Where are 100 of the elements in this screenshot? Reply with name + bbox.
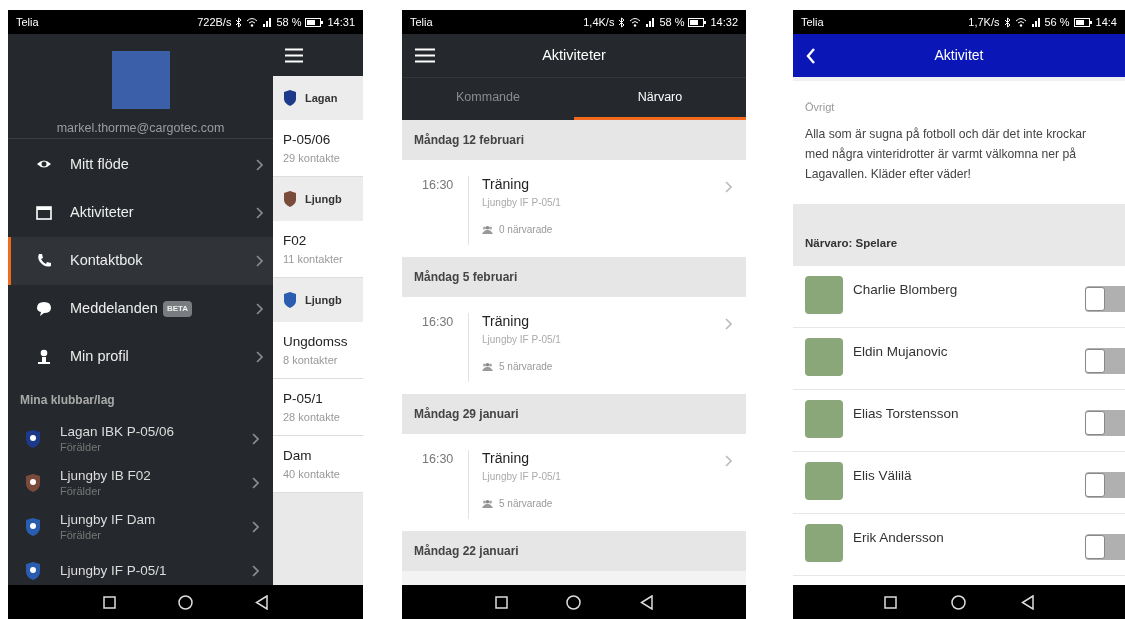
battery-icon: [688, 17, 707, 27]
contact-count: 28 kontakte: [283, 409, 341, 425]
contact-count: 8 kontakter: [283, 352, 339, 368]
contact-group[interactable]: Dam 40 kontakte: [273, 436, 363, 493]
clock-time: 14:31: [327, 14, 355, 30]
square-icon[interactable]: [103, 595, 116, 609]
event-team: Ljungby IF P-05/1: [482, 470, 562, 484]
club-role: Förälder: [60, 527, 102, 542]
battery-icon: [1073, 17, 1092, 27]
section-heading: Närvaro: Spelare: [805, 236, 898, 252]
section-heading: Mina klubbar/lag: [19, 391, 116, 409]
back-triangle-icon[interactable]: [1020, 594, 1034, 610]
screen-title: Aktivitet: [933, 46, 985, 65]
home-circle-icon[interactable]: [178, 594, 193, 610]
contact-group[interactable]: Ungdomss 8 kontakter: [273, 322, 363, 379]
photo-placeholder: [805, 275, 843, 314]
home-circle-icon[interactable]: [566, 594, 582, 610]
signal-icon: [262, 17, 273, 27]
chat-bubble-icon: [36, 300, 52, 317]
photo-placeholder: [805, 523, 843, 562]
club-logo-icon: [25, 429, 41, 448]
attendance-toggle[interactable]: [1085, 409, 1125, 436]
back-chevron-icon[interactable]: [806, 47, 816, 64]
square-icon[interactable]: [884, 595, 898, 609]
clock-time: 14:4: [1095, 14, 1117, 30]
event-row[interactable]: 16:30 Träning Ljungby IF P-05/1 5 närvarade: [402, 434, 746, 531]
menu-item[interactable]: Mitt flöde: [8, 140, 273, 189]
club-logo-icon: [25, 473, 41, 492]
attendance-count: 5 närvarade: [499, 360, 553, 374]
calendar-icon: [36, 204, 52, 221]
battery-percent: 56 %: [1044, 14, 1070, 30]
chevron-right-icon: [725, 455, 732, 467]
menu-item[interactable]: Kontaktbok: [8, 236, 273, 285]
club-item[interactable]: Ljungby IB F02 Förälder: [8, 460, 273, 505]
menu-item[interactable]: Min profil: [8, 332, 273, 381]
chevron-right-icon: [256, 206, 263, 219]
menu-item[interactable]: Meddelanden BETA: [8, 284, 273, 333]
attendance-toggle[interactable]: [1085, 471, 1125, 498]
club-name: Lagan: [305, 90, 338, 106]
bluetooth-icon: [1003, 16, 1011, 28]
beta-badge: BETA: [162, 300, 193, 317]
club-name: Ljungby IB F02: [60, 467, 151, 484]
group-name: F02: [283, 231, 308, 250]
club-name: Lagan IBK P-05/06: [60, 423, 175, 440]
chevron-right-icon: [256, 350, 263, 363]
event-row[interactable]: 16:30 Träning Ljungby IF P-05/1 5 närvarade: [402, 297, 746, 394]
battery-percent: 58 %: [659, 14, 685, 30]
people-icon: [482, 225, 493, 234]
attendance-toggle[interactable]: [1085, 347, 1125, 374]
event-row[interactable]: 16:30 Träning Ljungby IF P-05/1 0 närvarade: [402, 160, 746, 257]
date-header: Måndag 22 januari: [402, 531, 746, 571]
group-name: Dam: [283, 446, 313, 465]
event-team: Ljungby IF P-05/1: [482, 196, 562, 210]
club-name: Ljungb: [305, 191, 342, 207]
carrier-name: Telia: [16, 14, 39, 30]
chevron-right-icon: [725, 181, 732, 193]
club-item[interactable]: Lagan IBK P-05/06 Förälder: [8, 416, 273, 461]
battery-icon: [305, 17, 324, 27]
home-circle-icon[interactable]: [951, 594, 967, 610]
phone-icon: [36, 252, 52, 269]
menu-item[interactable]: Aktiviteter: [8, 188, 273, 237]
wifi-icon: [246, 17, 259, 27]
club-item[interactable]: Ljungby IF P-05/1: [8, 548, 273, 585]
attendance-toggle[interactable]: [1085, 533, 1125, 560]
description-text: Alla som är sugna på fotboll och där det inte krockar med några vinteridrotter är varmt välkomna ner på Lagavallen. Kläder efter väder!: [805, 125, 1088, 183]
square-icon[interactable]: [495, 595, 509, 609]
contact-group[interactable]: F02 11 kontakter: [273, 221, 363, 278]
club-role: Förälder: [60, 439, 102, 454]
network-speed: 1,4K/s: [583, 14, 615, 30]
carrier-name: Telia: [410, 14, 433, 30]
menu-label: Kontaktbok: [70, 250, 143, 270]
chevron-right-icon: [252, 476, 259, 489]
contact-group[interactable]: P-05/1 28 kontakte: [273, 379, 363, 436]
attendance-count: 5 närvarade: [499, 497, 553, 511]
back-triangle-icon[interactable]: [639, 594, 653, 610]
player-name: Erik Andersson: [853, 528, 945, 547]
contact-group[interactable]: P-05/06 29 kontakte: [273, 120, 363, 177]
clock-time: 14:32: [710, 14, 738, 30]
attendance-toggle[interactable]: [1085, 285, 1125, 312]
tab[interactable]: Kommande: [402, 78, 574, 120]
group-name: Ungdomss: [283, 332, 349, 351]
attendance-count: 0 närvarade: [499, 223, 553, 237]
club-logo-icon: [25, 561, 41, 580]
profile-photo-placeholder: [111, 51, 170, 109]
back-triangle-icon[interactable]: [255, 594, 268, 610]
signal-icon: [645, 17, 656, 27]
club-logo-icon: [25, 517, 41, 536]
event-title: Träning: [482, 450, 530, 466]
people-icon: [482, 499, 493, 508]
player-name: Elis Välilä: [853, 466, 913, 485]
date-header: Måndag 29 januari: [402, 394, 746, 434]
contact-count: 29 kontakte: [283, 150, 341, 166]
chevron-right-icon: [256, 254, 263, 267]
date-header: Måndag 5 februari: [402, 257, 746, 297]
menu-label: Aktiviteter: [70, 202, 134, 222]
photo-placeholder: [805, 461, 843, 500]
carrier-name: Telia: [801, 14, 824, 30]
contact-count: 40 kontakte: [283, 466, 341, 482]
club-item[interactable]: Ljungby IF Dam Förälder: [8, 504, 273, 549]
event-team: Ljungby IF P-05/1: [482, 333, 562, 347]
